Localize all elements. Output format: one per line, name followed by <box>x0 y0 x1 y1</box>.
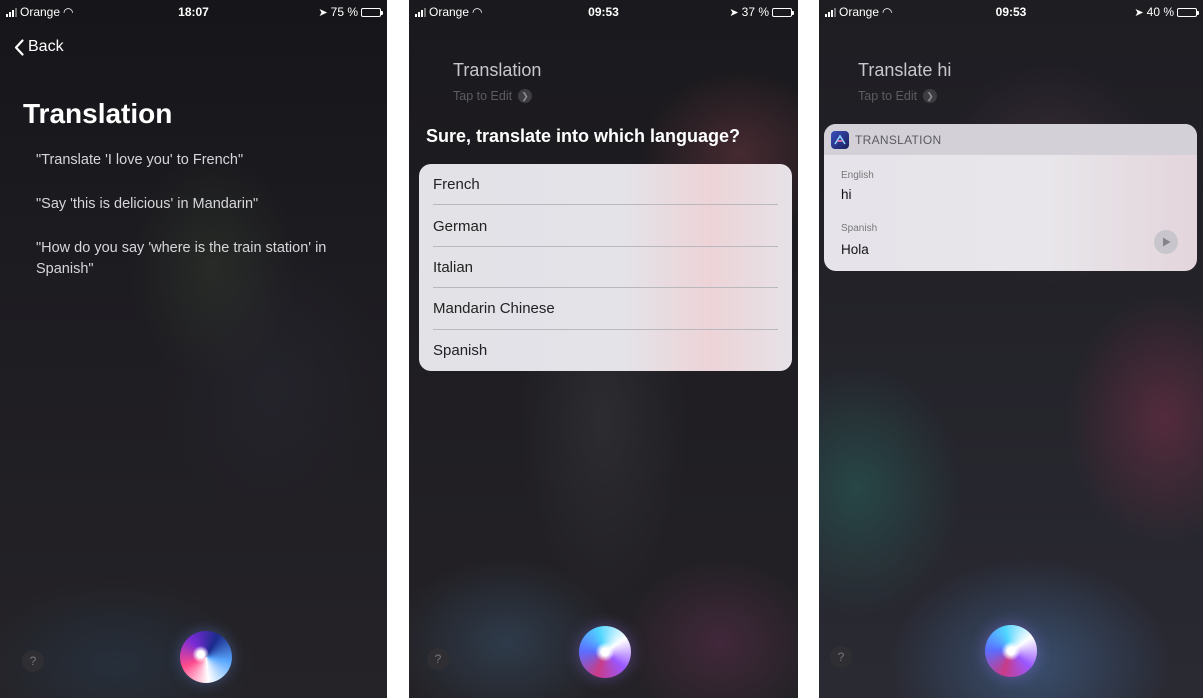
status-bar: Orange ◠ 09:53 ➤ 40 % <box>819 0 1203 22</box>
battery-icon <box>772 7 794 17</box>
siri-orb-button[interactable] <box>985 625 1037 677</box>
siri-screen-translation-help: Orange ◠ 18:07 ➤ 75 % Back Translation "… <box>0 0 387 698</box>
language-option-german[interactable]: German <box>419 205 792 248</box>
source-language-label: English <box>841 170 874 181</box>
location-icon: ➤ <box>318 6 328 19</box>
language-option-french[interactable]: French <box>419 164 792 206</box>
language-option-mandarin[interactable]: Mandarin Chinese <box>419 288 792 330</box>
play-icon <box>1162 237 1170 247</box>
example-phrase: "Translate 'I love you' to French" <box>36 152 244 168</box>
translation-app-icon <box>831 130 849 149</box>
back-label: Back <box>28 38 64 55</box>
siri-response: Sure, translate into which language? <box>426 126 741 146</box>
tap-to-edit-label: Tap to Edit <box>858 89 918 103</box>
language-option-italian[interactable]: Italian <box>419 247 792 289</box>
location-icon: ➤ <box>1134 6 1144 19</box>
battery-icon <box>361 7 383 17</box>
back-button[interactable]: Back <box>14 38 64 56</box>
card-header: TRANSLATION <box>824 124 1197 155</box>
siri-query-text[interactable]: Translation <box>453 60 541 81</box>
card-title: TRANSLATION <box>855 132 942 147</box>
tap-to-edit-label: Tap to Edit <box>453 89 513 103</box>
help-button[interactable]: ? <box>830 646 852 668</box>
battery-percent: 40 % <box>1146 5 1174 19</box>
target-language-label: Spanish <box>841 223 878 234</box>
help-button[interactable]: ? <box>22 650 44 672</box>
target-text: Hola <box>841 242 869 257</box>
location-icon: ➤ <box>729 6 739 19</box>
example-phrase: "Say 'this is delicious' in Mandarin" <box>36 196 259 212</box>
battery-percent: 37 % <box>741 5 769 19</box>
chevron-left-icon <box>14 38 24 56</box>
play-button[interactable] <box>1154 230 1178 254</box>
status-bar: Orange ◠ 09:53 ➤ 37 % <box>409 0 798 22</box>
battery-percent: 75 % <box>330 5 358 19</box>
example-phrase: "How do you say 'where is the train stat… <box>36 240 327 277</box>
siri-screen-language-choice: Orange ◠ 09:53 ➤ 37 % Translation Tap to… <box>409 0 798 698</box>
siri-query-text[interactable]: Translate hi <box>858 60 951 81</box>
siri-screen-translation-result: Orange ◠ 09:53 ➤ 40 % Translate hi Tap t… <box>819 0 1203 698</box>
chevron-right-icon: ❯ <box>518 89 533 103</box>
battery-icon <box>1177 7 1199 17</box>
status-bar: Orange ◠ 18:07 ➤ 75 % <box>0 0 387 22</box>
translation-card: TRANSLATION English hi Spanish Hola <box>824 124 1197 271</box>
page-title: Translation <box>23 98 173 129</box>
language-option-spanish[interactable]: Spanish <box>419 330 792 371</box>
help-button[interactable]: ? <box>427 648 449 670</box>
tap-to-edit-button[interactable]: Tap to Edit ❯ <box>858 89 938 103</box>
language-list: French German Italian Mandarin Chinese S… <box>419 164 792 371</box>
source-text: hi <box>841 187 852 202</box>
chevron-right-icon: ❯ <box>923 89 938 103</box>
tap-to-edit-button[interactable]: Tap to Edit ❯ <box>453 89 533 103</box>
siri-orb-button[interactable] <box>579 626 631 678</box>
siri-orb-button[interactable] <box>180 631 232 683</box>
